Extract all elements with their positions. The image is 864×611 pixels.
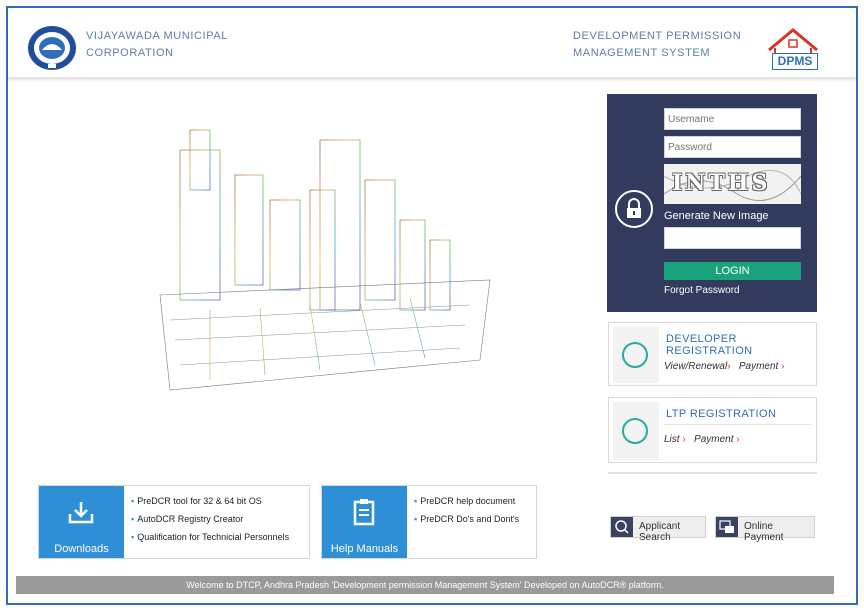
vmc-logo-icon	[28, 26, 76, 70]
ltp-registration-title[interactable]: LTP REGISTRATION	[666, 408, 776, 420]
help-manual-item[interactable]: PreDCR help document	[414, 492, 519, 510]
applicant-search-label: Applicant Search	[639, 521, 681, 543]
ltp-registration-links: List › Payment ›	[664, 434, 740, 445]
city-illustration	[159, 129, 491, 391]
captcha-image: INTHS	[664, 164, 801, 204]
forgot-password-link[interactable]: Forgot Password	[664, 285, 740, 296]
applicant-search-button[interactable]: Applicant Search	[610, 516, 706, 543]
login-panel: INTHS Generate New Image LOGIN Forgot Pa…	[607, 94, 817, 312]
clipboard-icon	[353, 499, 375, 526]
chevron-right-icon: ›	[682, 434, 686, 445]
captcha-input[interactable]	[664, 227, 801, 249]
corporation-name: VIJAYAWADA MUNICIPAL CORPORATION	[86, 28, 228, 62]
system-title: DEVELOPMENT PERMISSION MANAGEMENT SYSTEM	[573, 28, 741, 62]
corporation-name-line1: VIJAYAWADA MUNICIPAL	[86, 30, 228, 42]
help-manual-item[interactable]: PreDCR Do's and Dont's	[414, 510, 519, 528]
download-item[interactable]: PreDCR tool for 32 & 64 bit OS	[131, 492, 289, 510]
username-input[interactable]	[664, 108, 801, 130]
downloads-list: PreDCR tool for 32 & 64 bit OS AutoDCR R…	[131, 492, 289, 546]
password-input[interactable]	[664, 136, 801, 158]
chevron-right-icon: ›	[727, 361, 731, 372]
chevron-right-icon: ›	[781, 361, 785, 372]
system-title-line2: MANAGEMENT SYSTEM	[573, 47, 711, 59]
dpms-logo-text: DPMS	[772, 53, 818, 70]
login-button[interactable]: LOGIN	[664, 262, 801, 280]
ltp-title-divider	[664, 424, 812, 425]
download-item[interactable]: Qualification for Technicial Personnels	[131, 528, 289, 546]
ltp-registration-icon-box	[613, 402, 659, 460]
developer-payment-link[interactable]: Payment	[739, 361, 778, 372]
online-payment-label: Online Payment	[744, 521, 784, 543]
captcha-text: INTHS	[672, 170, 771, 196]
help-manuals-list: PreDCR help document PreDCR Do's and Don…	[414, 492, 519, 528]
search-icon	[611, 517, 633, 537]
footer-welcome-bar: Welcome to DTCP, Andhra Pradesh 'Develop…	[16, 576, 834, 594]
help-manuals-label: Help Manuals	[330, 543, 399, 555]
building-icon	[622, 342, 648, 368]
downloads-label: Downloads	[54, 543, 109, 555]
ltp-registration-card: LTP REGISTRATION List › Payment ›	[608, 397, 817, 463]
ltp-list-link[interactable]: List	[664, 434, 680, 445]
downloads-button[interactable]: Downloads	[39, 486, 124, 558]
developer-registration-icon-box	[613, 327, 659, 383]
chevron-right-icon: ›	[736, 434, 740, 445]
right-column-divider	[608, 472, 817, 474]
people-icon	[622, 418, 648, 444]
developer-registration-links: View/Renewal› Payment ›	[664, 361, 784, 372]
generate-new-image-link[interactable]: Generate New Image	[664, 210, 769, 222]
help-manuals-tile: Help Manuals PreDCR help document PreDCR…	[321, 485, 537, 559]
system-title-line1: DEVELOPMENT PERMISSION	[573, 30, 742, 42]
help-manuals-button[interactable]: Help Manuals	[322, 486, 407, 558]
developer-registration-card: DEVELOPER REGISTRATION View/Renewal› Pay…	[608, 322, 817, 386]
ltp-payment-link[interactable]: Payment	[694, 434, 733, 445]
downloads-tile: Downloads PreDCR tool for 32 & 64 bit OS…	[38, 485, 310, 559]
lock-icon	[615, 190, 653, 228]
online-payment-button[interactable]: Online Payment	[715, 516, 815, 543]
developer-registration-title[interactable]: DEVELOPER REGISTRATION	[666, 333, 816, 357]
corporation-name-line2: CORPORATION	[86, 47, 174, 59]
header: VIJAYAWADA MUNICIPAL CORPORATION DEVELOP…	[8, 8, 856, 78]
developer-view-renewal-link[interactable]: View/Renewal	[664, 361, 727, 372]
download-item[interactable]: AutoDCR Registry Creator	[131, 510, 289, 528]
payment-icon	[716, 517, 738, 537]
download-tray-icon	[68, 502, 94, 524]
